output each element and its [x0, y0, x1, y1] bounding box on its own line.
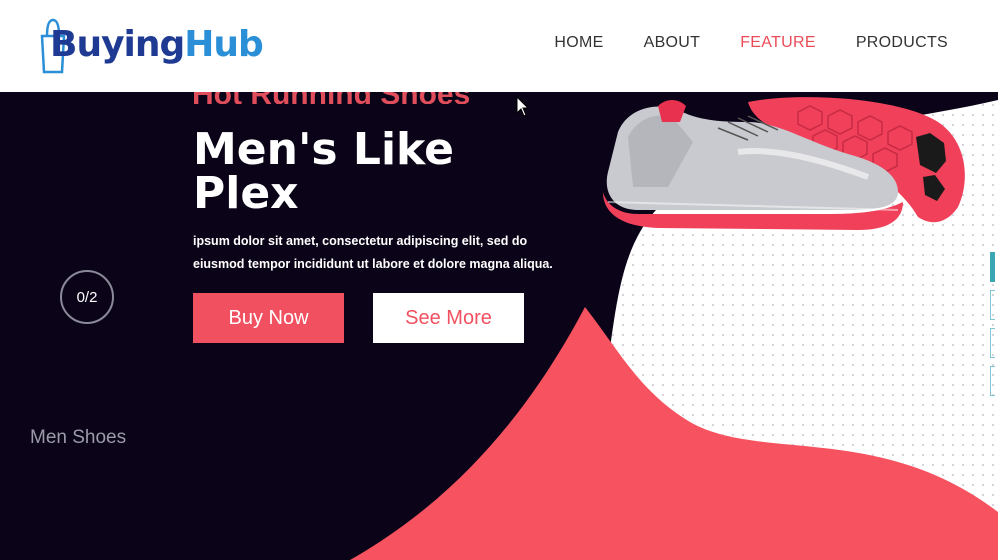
slider-indicator-2[interactable]: [990, 290, 995, 320]
category-label[interactable]: Men Shoes: [30, 427, 126, 449]
mouse-cursor-icon: [516, 96, 530, 117]
nav-home[interactable]: HOME: [554, 34, 603, 52]
running-shoe-image: [603, 97, 965, 230]
main-nav: HOME ABOUT FEATURE PRODUCTS: [554, 34, 948, 52]
slider-indicators: [990, 252, 995, 396]
site-header: BuyingHub HOME ABOUT FEATURE PRODUCTS: [0, 0, 998, 92]
see-more-button[interactable]: See More: [373, 293, 524, 343]
nav-about[interactable]: ABOUT: [644, 34, 701, 52]
hero-description: ipsum dolor sit amet, consectetur adipis…: [193, 234, 553, 271]
nav-products[interactable]: PRODUCTS: [856, 34, 948, 52]
logo[interactable]: BuyingHub: [38, 14, 264, 76]
buy-now-button[interactable]: Buy Now: [193, 293, 344, 343]
slider-indicator-4[interactable]: [990, 366, 995, 396]
slide-counter: 0/2: [60, 270, 114, 324]
slider-indicator-3[interactable]: [990, 328, 995, 358]
logo-text: BuyingHub: [50, 24, 264, 65]
slider-indicator-1[interactable]: [990, 252, 995, 282]
hero-title: Men's Like Plex: [193, 124, 454, 219]
nav-feature[interactable]: FEATURE: [740, 34, 816, 52]
